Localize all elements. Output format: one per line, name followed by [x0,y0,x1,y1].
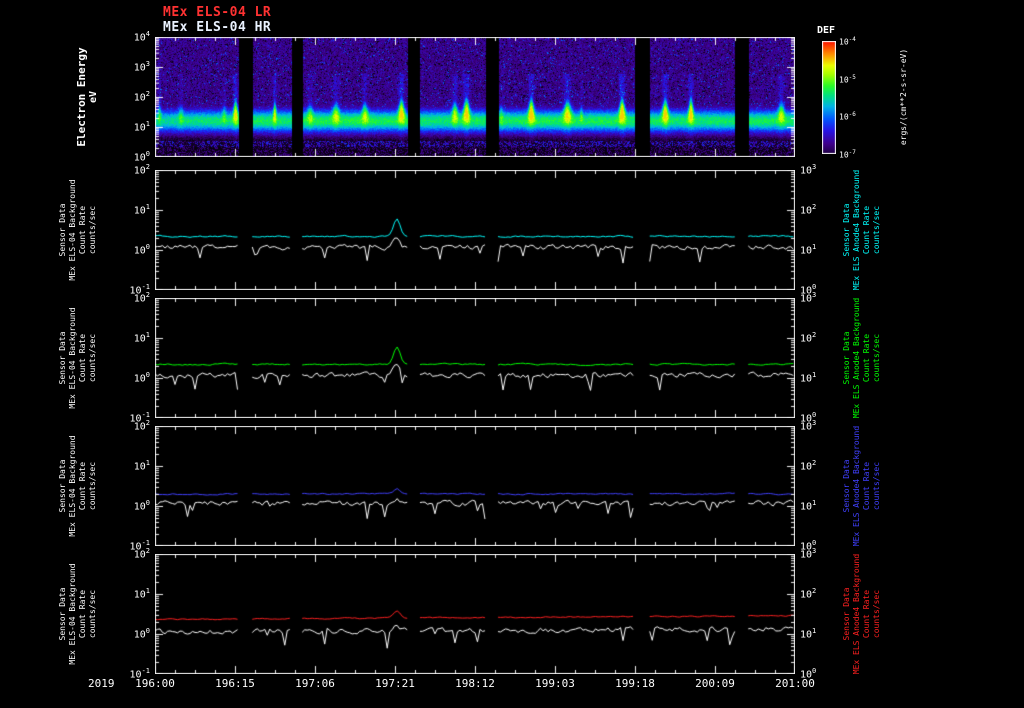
left-y-tick-labels: 102 101 100 10-1 [110,163,152,296]
x-axis-labels: 2019 196:00 196:15 197:06 197:21 198:12 … [0,677,1024,699]
line-panel-canvas [155,426,795,546]
plot-window: MEx ELS-04 LR MEx ELS-04 HR Electron Ene… [0,0,1024,708]
axis-tick-label: 10-4 [839,36,856,47]
x-tick-label: 197:06 [295,677,335,690]
line-panel-anode4-green: Sensor Data MEx ELS-04 Background Count … [0,291,1024,424]
line-panel-anode4-red: Sensor Data MEx ELS-04 Background Count … [0,547,1024,680]
axis-tick-label: 102 [133,419,150,433]
x-tick-label: 196:00 [135,677,175,690]
right-axis-label-line: Sensor Data [842,587,851,641]
axis-tick-label: 102 [800,459,817,473]
axis-tick-label: 100 [133,371,150,385]
right-axis-label-line: counts/sec [872,589,881,639]
right-y-tick-labels: 103 102 101 100 [798,547,840,680]
x-tick-label: 199:18 [615,677,655,690]
axis-tick-label: 100 [133,243,150,257]
right-y-tick-labels: 103 102 101 100 [798,291,840,424]
axis-tick-label: 102 [133,291,150,305]
axis-tick-label: 101 [800,499,817,513]
axis-tick-label: 101 [133,120,150,134]
colorbar-title: DEF [817,25,836,36]
spectrogram-y-axis-label: Electron Energy eV [75,27,101,167]
plot-titles: MEx ELS-04 LR MEx ELS-04 HR [163,5,271,35]
line-panel-canvas [155,554,795,674]
axis-tick-label: 100 [133,499,150,513]
line-panel-canvas [155,170,795,290]
spectrogram-y-tick-labels: 104 103 102 101 100 [110,30,152,163]
spectrogram-y-axis-title: Electron Energy [75,47,88,147]
x-tick-label: 196:15 [215,677,255,690]
axis-tick-label: 102 [800,203,817,217]
axis-tick-label: 10-5 [839,73,856,85]
line-panel-anode4-cyan: Sensor Data MEx ELS-04 Background Count … [0,163,1024,296]
left-axis-label-line: Count Rate [78,589,87,639]
left-y-tick-labels: 102 101 100 10-1 [110,547,152,680]
right-axis-label-line: Count Rate [862,589,871,639]
axis-tick-label: 103 [800,547,817,561]
axis-tick-label: 101 [133,331,150,345]
x-tick-label: 199:03 [535,677,575,690]
axis-tick-label: 104 [133,30,150,44]
left-axis-label-line: Sensor Data [58,587,67,641]
axis-tick-label: 101 [133,587,150,601]
left-axis-label-line: counts/sec [88,589,97,639]
colorbar-canvas [822,41,836,154]
x-tick-label: 200:09 [695,677,735,690]
colorbar-tick-labels: 10-4 10-5 10-6 10-7 [839,36,881,160]
spectrogram-y-axis-units: eV [88,90,99,104]
axis-tick-label: 103 [133,60,150,74]
x-tick-label: 198:12 [455,677,495,690]
axis-tick-label: 102 [800,331,817,345]
line-panel-canvas [155,298,795,418]
x-axis-year-label: 2019 [88,677,115,690]
right-y-tick-labels: 103 102 101 100 [798,163,840,296]
plot-title-hr: MEx ELS-04 HR [163,20,272,35]
axis-tick-label: 103 [800,163,817,177]
axis-tick-label: 10-6 [839,111,856,122]
left-axis-label-line: MEx ELS-04 Background [68,563,77,665]
right-axis-label-line: MEx ELS Anode4 Background [852,553,861,675]
axis-tick-label: 102 [133,547,150,561]
plot-title-lr: MEx ELS-04 LR [163,5,272,20]
axis-tick-label: 101 [133,203,150,217]
axis-tick-label: 102 [133,90,150,104]
axis-tick-label: 101 [800,627,817,641]
right-axis-label: Sensor Data MEx ELS Anode4 Background Co… [842,539,882,689]
left-y-tick-labels: 102 101 100 10-1 [110,291,152,424]
axis-tick-label: 100 [133,627,150,641]
x-tick-label: 201:00 [775,677,815,690]
left-y-tick-labels: 102 101 100 10-1 [110,419,152,552]
x-tick-label: 197:21 [375,677,415,690]
spectrogram-panel: Electron Energy eV 104 103 102 101 100 DEF 1… [0,25,1024,163]
axis-tick-label: 102 [800,587,817,601]
left-axis-label: Sensor Data MEx ELS-04 Background Count … [58,539,98,689]
axis-tick-label: 100 [133,150,150,164]
axis-tick-label: 101 [800,371,817,385]
axis-tick-label: 102 [133,163,150,177]
right-y-tick-labels: 103 102 101 100 [798,419,840,552]
line-panel-anode4-blue: Sensor Data MEx ELS-04 Background Count … [0,419,1024,552]
spectrogram-canvas [155,37,795,157]
axis-tick-label: 103 [800,419,817,433]
axis-tick-label: 103 [800,291,817,305]
axis-tick-label: 101 [800,243,817,257]
axis-tick-label: 101 [133,459,150,473]
